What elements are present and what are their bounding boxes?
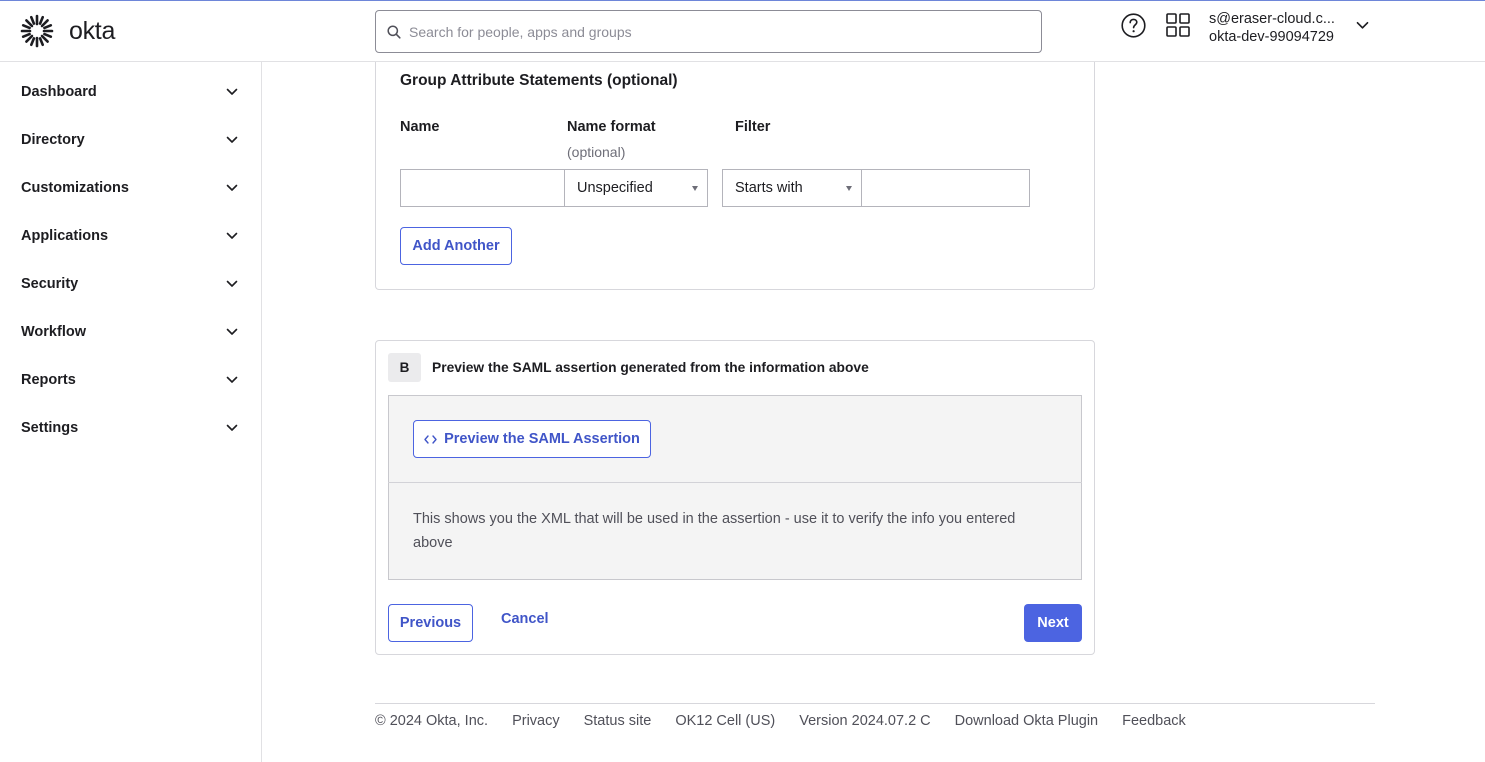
chevron-down-icon [226, 328, 238, 335]
sidebar-item-directory[interactable]: Directory [21, 128, 241, 152]
filter-type-value: Starts with [735, 180, 803, 196]
sidebar-item-label: Dashboard [21, 84, 97, 100]
sidebar-item-customizations[interactable]: Customizations [21, 176, 241, 200]
apps-grid-icon[interactable] [1166, 13, 1190, 37]
footer-download-plugin-link[interactable]: Download Okta Plugin [955, 713, 1098, 729]
sidebar-item-settings[interactable]: Settings [21, 416, 241, 440]
sidebar-item-label: Applications [21, 228, 109, 244]
sidebar-nav: Dashboard Directory Customizations Appli… [0, 62, 262, 762]
next-button[interactable]: Next [1024, 604, 1082, 642]
previous-button[interactable]: Previous [388, 604, 473, 642]
caret-down-icon [846, 186, 852, 191]
footer-version: Version 2024.07.2 C [799, 713, 931, 729]
chevron-down-icon [226, 88, 238, 95]
logo-text: okta [69, 16, 116, 45]
footer-copyright: © 2024 Okta, Inc. [375, 713, 489, 729]
sidebar-item-label: Workflow [21, 324, 86, 340]
chevron-down-icon[interactable] [1356, 21, 1369, 30]
chevron-down-icon [226, 232, 238, 239]
group-attributes-title: Group Attribute Statements (optional) [400, 72, 678, 89]
sidebar-item-applications[interactable]: Applications [21, 224, 241, 248]
user-menu[interactable]: s@eraser-cloud.c... okta-dev-99094729 [1209, 10, 1335, 46]
name-format-select[interactable]: Unspecified [564, 169, 708, 207]
section-badge: B [388, 353, 421, 382]
sidebar-item-label: Settings [21, 420, 79, 436]
caret-down-icon [692, 186, 698, 191]
sidebar-item-reports[interactable]: Reports [21, 368, 241, 392]
sidebar-item-label: Directory [21, 132, 85, 148]
global-search[interactable] [375, 10, 1042, 53]
name-column-label: Name [400, 119, 440, 135]
chevron-down-icon [226, 424, 238, 431]
filter-type-select[interactable]: Starts with [722, 169, 862, 207]
user-org: okta-dev-99094729 [1209, 29, 1334, 45]
footer-privacy-link[interactable]: Privacy [512, 713, 560, 729]
sidebar-item-dashboard[interactable]: Dashboard [21, 80, 241, 104]
chevron-down-icon [226, 280, 238, 287]
filter-value-input[interactable] [861, 169, 1030, 207]
group-attribute-name-input[interactable] [400, 169, 565, 207]
footer-status-site-link[interactable]: Status site [584, 713, 652, 729]
code-icon [424, 434, 437, 444]
preview-saml-assertion-button[interactable]: Preview the SAML Assertion [413, 420, 651, 458]
chevron-down-icon [226, 376, 238, 383]
preview-description: This shows you the XML that will be used… [413, 511, 1016, 551]
sidebar-item-label: Customizations [21, 180, 129, 196]
sidebar-item-workflow[interactable]: Workflow [21, 320, 241, 344]
name-format-column-label: Name format [567, 119, 656, 135]
name-format-value: Unspecified [577, 180, 653, 196]
page-footer: © 2024 Okta, Inc. Privacy Status site OK… [375, 713, 1210, 729]
sidebar-item-security[interactable]: Security [21, 272, 241, 296]
user-email: s@eraser-cloud.c... [1209, 11, 1335, 27]
filter-column-label: Filter [735, 119, 771, 135]
help-icon[interactable] [1121, 13, 1146, 38]
footer-cell: OK12 Cell (US) [675, 713, 776, 729]
okta-logo[interactable]: okta [20, 14, 115, 48]
footer-divider [375, 703, 1375, 704]
add-another-button[interactable]: Add Another [400, 227, 512, 265]
search-icon [387, 25, 401, 39]
okta-sunburst-icon [20, 14, 54, 48]
preview-divider [388, 482, 1082, 483]
preview-button-label: Preview the SAML Assertion [444, 431, 640, 447]
cancel-button[interactable]: Cancel [501, 611, 549, 627]
top-header: okta s@eraser-cloud.c... okta-dev-990947… [0, 1, 1485, 62]
preview-section-title: Preview the SAML assertion generated fro… [432, 360, 869, 375]
sidebar-item-label: Reports [21, 372, 76, 388]
chevron-down-icon [226, 184, 238, 191]
search-input[interactable] [409, 11, 1029, 52]
chevron-down-icon [226, 136, 238, 143]
name-format-optional-label: (optional) [567, 144, 626, 160]
footer-feedback-link[interactable]: Feedback [1122, 713, 1186, 729]
sidebar-item-label: Security [21, 276, 79, 292]
